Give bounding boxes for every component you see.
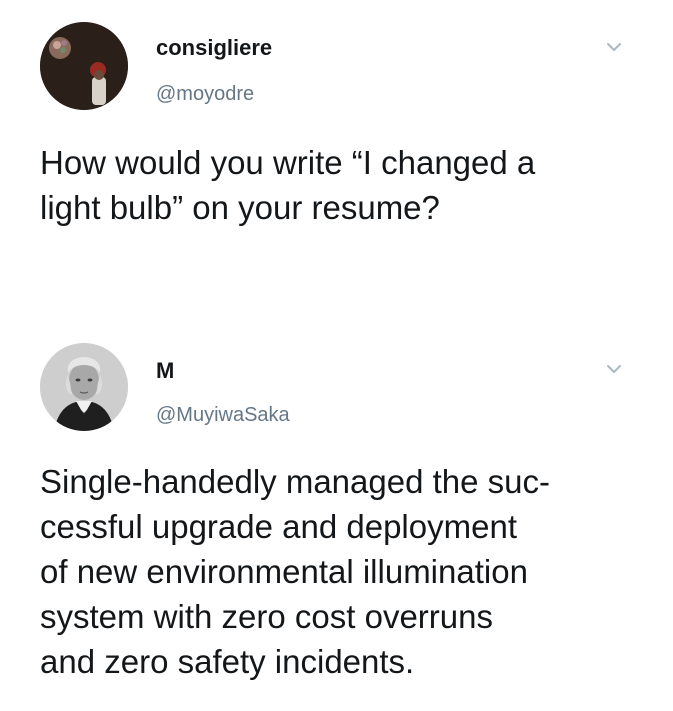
chevron-down-icon[interactable] — [603, 358, 625, 380]
chevron-down-icon[interactable] — [603, 36, 625, 58]
profile-photo-icon — [40, 22, 128, 110]
avatar[interactable] — [40, 22, 128, 110]
display-name[interactable]: consigliere — [156, 35, 272, 61]
tweet-text: How would you write “I changed a light b… — [40, 144, 536, 226]
tweet-reply[interactable]: M @MuyiwaSaka Single-handedly managed th… — [0, 330, 673, 711]
user-handle[interactable]: @MuyiwaSaka — [156, 404, 290, 427]
tweet-original[interactable]: consigliere @moyodre How would you write… — [0, 0, 673, 330]
avatar[interactable] — [40, 343, 128, 431]
vintage-portrait-icon — [40, 343, 128, 431]
tweet-text: Single-handedly managed the suc- cessful… — [40, 463, 551, 680]
user-handle[interactable]: @moyodre — [156, 83, 254, 106]
display-name[interactable]: M — [156, 358, 174, 384]
